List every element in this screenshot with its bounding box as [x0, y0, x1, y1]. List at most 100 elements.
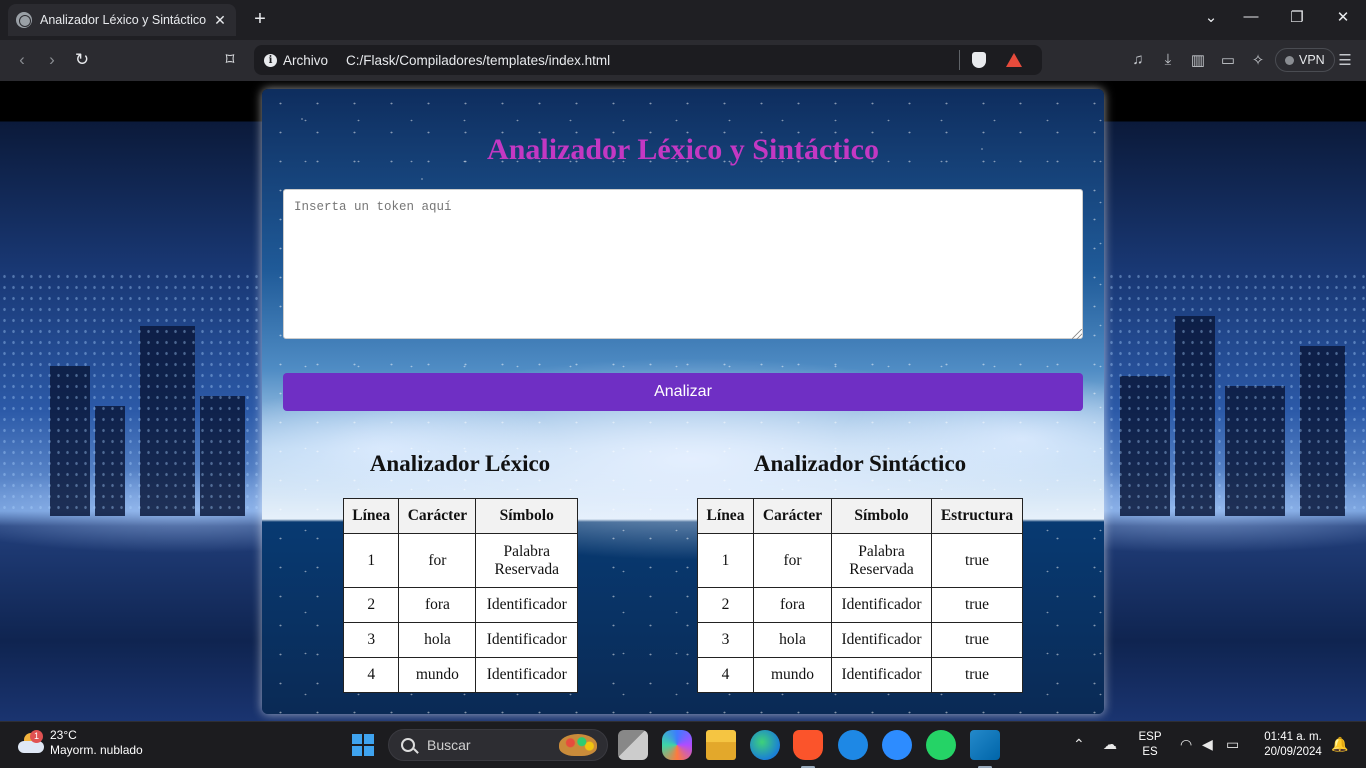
table-row: 1 for Palabra Reservada true — [697, 533, 1023, 588]
partly-cloudy-icon: 1 — [16, 730, 44, 753]
vpn-button[interactable]: VPN — [1275, 48, 1335, 72]
table-cell: 2 — [697, 587, 754, 623]
textarea-resize-handle[interactable] — [1072, 329, 1082, 339]
bookmark-icon[interactable]: ⌑ — [220, 50, 240, 70]
notification-bell-icon[interactable]: 🔔 — [1331, 736, 1348, 753]
page-viewport: Analizador Léxico y Sintáctico Analizar … — [0, 81, 1366, 721]
restore-icon[interactable]: ❐ — [1285, 8, 1309, 26]
info-icon[interactable]: i — [264, 53, 277, 67]
table-cell: 4 — [342, 657, 400, 693]
table-cell: 1 — [697, 533, 754, 588]
column-header: Carácter — [753, 498, 832, 534]
table-cell: hola — [398, 622, 477, 658]
table-cell: Identificador — [831, 622, 932, 658]
weather-widget[interactable]: 1 23°C Mayorm. nublado — [16, 728, 143, 758]
scheme-label: Archivo — [283, 52, 329, 68]
windows-start-icon[interactable] — [352, 734, 374, 756]
table-cell: true — [931, 587, 1023, 623]
column-header: Símbolo — [475, 498, 578, 534]
table-cell: mundo — [398, 657, 477, 693]
vpn-label: VPN — [1299, 53, 1325, 67]
table-cell: 3 — [697, 622, 754, 658]
back-icon[interactable]: ‹ — [12, 50, 32, 70]
table-cell: mundo — [753, 657, 832, 693]
menu-icon[interactable]: ☰ — [1335, 51, 1355, 69]
tab-title: Analizador Léxico y Sintáctico — [40, 13, 207, 27]
search-icon — [401, 738, 415, 752]
weather-temp: 23°C — [50, 728, 77, 742]
table-cell: true — [931, 622, 1023, 658]
table-row: 1 for Palabra Reservada — [342, 533, 578, 588]
table-cell: for — [398, 533, 477, 588]
url-text[interactable]: C:/Flask/Compiladores/templates/index.ht… — [346, 53, 959, 68]
table-cell: Identificador — [831, 657, 932, 693]
chevron-up-icon[interactable]: ⌃ — [1073, 736, 1085, 753]
table-row: 3 hola Identificador true — [697, 622, 1023, 658]
table-row: 2 fora Identificador true — [697, 587, 1023, 623]
close-tab-icon[interactable]: ✕ — [212, 12, 228, 29]
table-row: 4 mundo Identificador — [342, 657, 578, 693]
token-input[interactable] — [283, 189, 1083, 339]
sidebar-icon[interactable]: ▥ — [1188, 51, 1208, 69]
globe-icon — [16, 12, 32, 28]
search-highlight-icon — [559, 734, 597, 756]
table-cell: true — [931, 533, 1023, 588]
brave-rewards-icon[interactable] — [1006, 53, 1022, 67]
help-icon[interactable] — [838, 730, 868, 760]
language-indicator[interactable]: ESP ES — [1134, 730, 1166, 760]
forward-icon[interactable]: › — [42, 50, 62, 70]
lexico-table: Línea Carácter Símbolo 1 for Palabra Res… — [342, 498, 578, 693]
minimize-icon[interactable]: — — [1239, 8, 1263, 25]
table-cell: fora — [753, 587, 832, 623]
leo-ai-icon[interactable]: ✧ — [1248, 51, 1268, 69]
wifi-icon[interactable]: ◠ — [1180, 736, 1192, 753]
zoom-icon[interactable] — [882, 730, 912, 760]
table-cell: 1 — [342, 533, 400, 588]
download-icon[interactable]: ⤓ — [1158, 51, 1178, 68]
media-icon[interactable]: ♫ — [1128, 51, 1148, 68]
analyze-button[interactable]: Analizar — [283, 373, 1083, 411]
table-cell: hola — [753, 622, 832, 658]
sintactico-title: Analizador Sintáctico — [753, 451, 967, 476]
brave-shield-icon[interactable] — [972, 52, 986, 68]
clock[interactable]: 01:41 a. m. 20/09/2024 — [1254, 730, 1332, 760]
edge-icon[interactable] — [750, 730, 780, 760]
table-cell: for — [753, 533, 832, 588]
page-title: Analizador Léxico y Sintáctico — [487, 133, 879, 166]
table-cell: Identificador — [831, 587, 932, 623]
brave-icon[interactable] — [793, 730, 823, 768]
onedrive-icon[interactable]: ☁ — [1103, 736, 1117, 753]
task-view-icon[interactable] — [618, 730, 648, 760]
close-window-icon[interactable]: ✕ — [1331, 8, 1355, 26]
browser-tab[interactable]: Analizador Léxico y Sintáctico ✕ — [8, 4, 236, 36]
table-row: 4 mundo Identificador true — [697, 657, 1023, 693]
browser-toolbar: ‹ › ↻ ⌑ i Archivo C:/Flask/Compiladores/… — [0, 40, 1366, 81]
tab-search-chevron-icon[interactable]: ⌄ — [1199, 8, 1223, 26]
new-tab-icon[interactable]: + — [250, 8, 270, 30]
column-header: Línea — [342, 498, 400, 534]
table-cell: Identificador — [475, 657, 578, 693]
file-explorer-icon[interactable] — [706, 730, 736, 760]
windows-taskbar: 1 23°C Mayorm. nublado Buscar ⌃ ☁ ESP ES… — [0, 721, 1366, 768]
column-header: Símbolo — [831, 498, 932, 534]
vscode-icon[interactable] — [970, 730, 1000, 768]
search-placeholder: Buscar — [427, 737, 471, 753]
wallet-icon[interactable]: ▭ — [1218, 51, 1238, 69]
analyzer-card: Analizador Léxico y Sintáctico Analizar … — [262, 89, 1104, 714]
clock-time: 01:41 a. m. — [1264, 731, 1322, 743]
battery-icon[interactable]: ▭ — [1226, 736, 1239, 753]
reload-icon[interactable]: ↻ — [72, 50, 92, 70]
whatsapp-icon[interactable] — [926, 730, 956, 760]
copilot-icon[interactable] — [662, 730, 692, 760]
address-bar[interactable]: i Archivo C:/Flask/Compiladores/template… — [254, 45, 1042, 75]
lang-top: ESP — [1138, 731, 1162, 743]
table-cell: Palabra Reservada — [475, 533, 578, 588]
table-cell: Identificador — [475, 622, 578, 658]
column-header: Línea — [697, 498, 754, 534]
table-cell: fora — [398, 587, 477, 623]
column-header: Carácter — [398, 498, 477, 534]
volume-icon[interactable]: ◀ — [1202, 736, 1213, 753]
taskbar-search[interactable]: Buscar — [388, 729, 608, 761]
table-row: 2 fora Identificador — [342, 587, 578, 623]
column-header: Estructura — [931, 498, 1023, 534]
